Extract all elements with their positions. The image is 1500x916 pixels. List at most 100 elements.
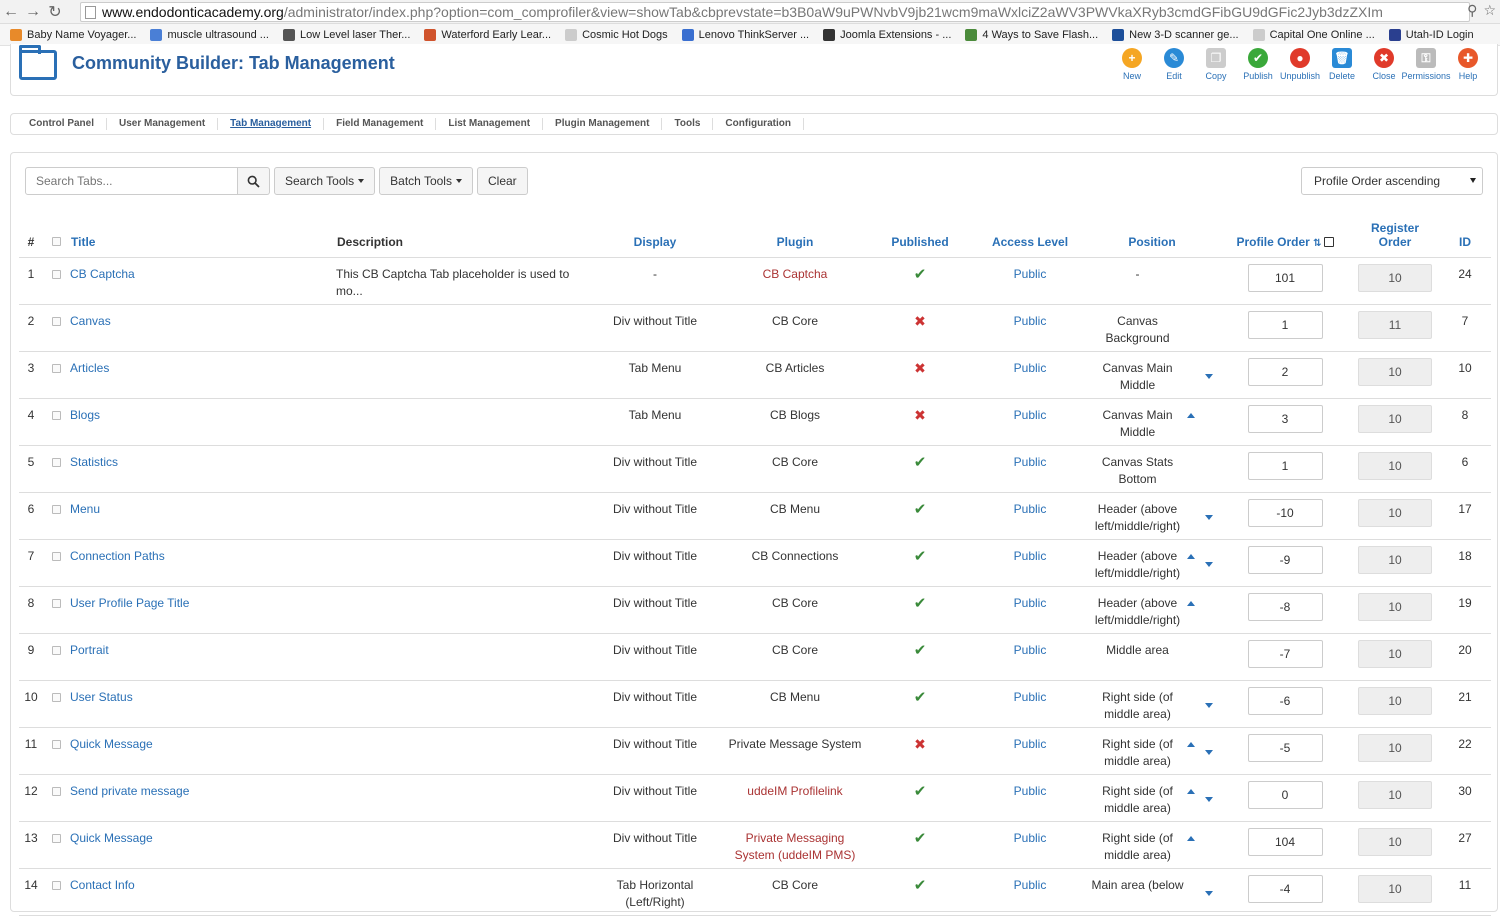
row-checkbox[interactable] bbox=[51, 551, 61, 561]
select-all-checkbox[interactable] bbox=[51, 236, 61, 246]
profile-order-input[interactable]: 1 bbox=[1247, 451, 1323, 480]
published-check-icon[interactable]: ✔ bbox=[914, 689, 927, 706]
save-order-icon[interactable] bbox=[1323, 236, 1334, 247]
col-access[interactable]: Access Level bbox=[975, 213, 1085, 258]
row-title-link[interactable]: Portrait bbox=[70, 643, 109, 657]
submenu-item[interactable]: Tools bbox=[662, 118, 714, 130]
move-up-icon[interactable] bbox=[1187, 412, 1195, 418]
move-down-icon[interactable] bbox=[1205, 796, 1213, 802]
publish-button[interactable]: ✔ Publish bbox=[1237, 48, 1279, 81]
col-profile-order[interactable]: Profile Order ⇅ bbox=[1219, 213, 1351, 258]
published-check-icon[interactable]: ✔ bbox=[914, 454, 927, 471]
col-position[interactable]: Position bbox=[1085, 213, 1219, 258]
url-field[interactable]: www.endodonticacademy.org/administrator/… bbox=[80, 2, 1470, 22]
col-display[interactable]: Display bbox=[585, 213, 725, 258]
search-input[interactable] bbox=[25, 167, 238, 195]
profile-order-input[interactable]: 2 bbox=[1247, 357, 1323, 386]
help-button[interactable]: ✚ Help bbox=[1447, 48, 1489, 81]
row-title-link[interactable]: Canvas bbox=[70, 314, 111, 328]
profile-order-input[interactable]: -8 bbox=[1247, 592, 1323, 621]
published-check-icon[interactable]: ✔ bbox=[914, 830, 927, 847]
profile-order-input[interactable]: 3 bbox=[1247, 404, 1323, 433]
unpublished-x-icon[interactable]: ✖ bbox=[914, 360, 926, 376]
profile-order-input[interactable]: -9 bbox=[1247, 545, 1323, 574]
delete-button[interactable]: 🗑 Delete bbox=[1321, 48, 1363, 81]
row-title-link[interactable]: CB Captcha bbox=[70, 267, 135, 281]
move-up-icon[interactable] bbox=[1187, 600, 1195, 606]
move-up-icon[interactable] bbox=[1187, 741, 1195, 747]
published-check-icon[interactable]: ✔ bbox=[914, 642, 927, 659]
permissions-button[interactable]: ⚿ Permissions bbox=[1402, 48, 1451, 81]
published-check-icon[interactable]: ✔ bbox=[914, 877, 927, 894]
row-checkbox[interactable] bbox=[51, 269, 61, 279]
col-plugin[interactable]: Plugin bbox=[725, 213, 865, 258]
submenu-item[interactable]: Control Panel bbox=[17, 118, 108, 130]
row-title-link[interactable]: Quick Message bbox=[70, 737, 153, 751]
move-down-icon[interactable] bbox=[1205, 561, 1213, 567]
edit-button[interactable]: ✎ Edit bbox=[1153, 48, 1195, 81]
row-title-link[interactable]: Statistics bbox=[70, 455, 118, 469]
row-plugin[interactable]: uddeIM Profilelink bbox=[747, 784, 842, 798]
bookmark-item[interactable]: New 3-D scanner ge... bbox=[1112, 28, 1239, 41]
clear-button[interactable]: Clear bbox=[476, 167, 528, 195]
profile-order-input[interactable]: -10 bbox=[1247, 498, 1323, 527]
profile-order-input[interactable]: -5 bbox=[1247, 733, 1323, 762]
row-checkbox[interactable] bbox=[51, 692, 61, 702]
bookmark-item[interactable]: Waterford Early Lear... bbox=[424, 28, 551, 41]
bookmark-star-icon[interactable]: ☆ bbox=[1483, 2, 1496, 19]
zoom-icon[interactable]: ⚲ bbox=[1467, 2, 1477, 19]
move-up-icon[interactable] bbox=[1187, 788, 1195, 794]
unpublished-x-icon[interactable]: ✖ bbox=[914, 736, 926, 752]
bookmark-item[interactable]: Cosmic Hot Dogs bbox=[565, 28, 668, 41]
move-down-icon[interactable] bbox=[1205, 749, 1213, 755]
col-register-order[interactable]: Register Order bbox=[1351, 213, 1439, 258]
profile-order-input[interactable]: -6 bbox=[1247, 686, 1323, 715]
row-plugin[interactable]: CB Captcha bbox=[763, 267, 828, 281]
submenu-item[interactable]: Field Management bbox=[324, 118, 437, 130]
row-checkbox[interactable] bbox=[51, 316, 61, 326]
row-title-link[interactable]: Quick Message bbox=[70, 831, 153, 845]
row-checkbox[interactable] bbox=[51, 457, 61, 467]
submenu-item[interactable]: User Management bbox=[107, 118, 219, 130]
profile-order-input[interactable]: 1 bbox=[1247, 310, 1323, 339]
bookmark-item[interactable]: Lenovo ThinkServer ... bbox=[681, 28, 809, 41]
reload-icon[interactable]: ↻ bbox=[44, 1, 66, 23]
move-down-icon[interactable] bbox=[1205, 373, 1213, 379]
bookmark-item[interactable]: Utah-ID Login bbox=[1388, 28, 1474, 41]
new-button[interactable]: + New bbox=[1111, 48, 1153, 81]
bookmark-item[interactable]: Low Level laser Ther... bbox=[282, 28, 410, 41]
col-id[interactable]: ID bbox=[1439, 213, 1491, 258]
published-check-icon[interactable]: ✔ bbox=[914, 548, 927, 565]
move-up-icon[interactable] bbox=[1187, 835, 1195, 841]
published-check-icon[interactable]: ✔ bbox=[914, 595, 927, 612]
row-title-link[interactable]: Menu bbox=[70, 502, 100, 516]
bookmark-item[interactable]: 4 Ways to Save Flash... bbox=[965, 28, 1098, 41]
unpublish-button[interactable]: ● Unpublish bbox=[1279, 48, 1321, 81]
search-button[interactable] bbox=[238, 167, 270, 195]
submenu-item[interactable]: Plugin Management bbox=[543, 118, 663, 130]
close-button[interactable]: ✖ Close bbox=[1363, 48, 1405, 81]
row-checkbox[interactable] bbox=[51, 833, 61, 843]
published-check-icon[interactable]: ✔ bbox=[914, 501, 927, 518]
row-title-link[interactable]: Contact Info bbox=[70, 878, 135, 892]
sort-select[interactable]: Profile Order ascending bbox=[1301, 167, 1483, 195]
back-arrow-icon[interactable]: ← bbox=[0, 1, 22, 23]
row-checkbox[interactable] bbox=[51, 363, 61, 373]
row-checkbox[interactable] bbox=[51, 786, 61, 796]
profile-order-input[interactable]: 101 bbox=[1247, 263, 1323, 292]
copy-button[interactable]: ❐ Copy bbox=[1195, 48, 1237, 81]
forward-arrow-icon[interactable]: → bbox=[22, 1, 44, 23]
bookmark-item[interactable]: Joomla Extensions - ... bbox=[823, 28, 951, 41]
row-checkbox[interactable] bbox=[51, 880, 61, 890]
col-published[interactable]: Published bbox=[865, 213, 975, 258]
row-plugin[interactable]: Private Messaging System (uddeIM PMS) bbox=[735, 831, 856, 862]
unpublished-x-icon[interactable]: ✖ bbox=[914, 313, 926, 329]
row-title-link[interactable]: Articles bbox=[70, 361, 109, 375]
col-title[interactable]: Title bbox=[69, 213, 335, 258]
move-up-icon[interactable] bbox=[1187, 553, 1195, 559]
submenu-item[interactable]: Tab Management bbox=[218, 118, 325, 130]
profile-order-input[interactable]: 104 bbox=[1247, 827, 1323, 856]
search-tools-button[interactable]: Search Tools bbox=[274, 167, 376, 195]
row-checkbox[interactable] bbox=[51, 645, 61, 655]
row-checkbox[interactable] bbox=[51, 598, 61, 608]
